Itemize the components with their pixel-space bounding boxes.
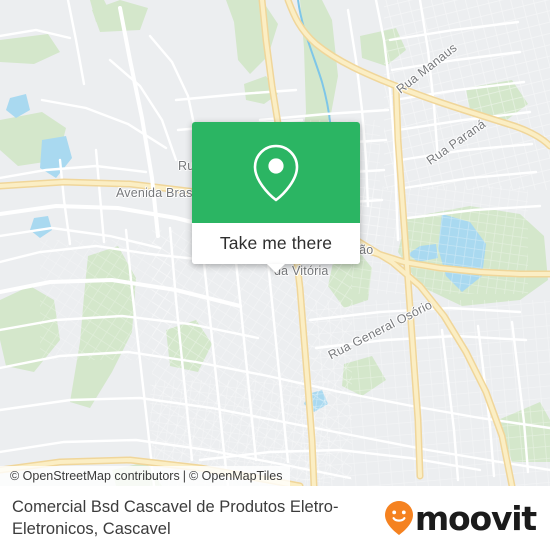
moovit-smiley-pin-icon: [384, 501, 413, 535]
popup-tail-arrow: [267, 264, 285, 273]
location-popup-card[interactable]: Take me there: [192, 122, 360, 273]
location-pin-icon: [253, 144, 299, 201]
popup-action-bar[interactable]: Take me there: [192, 223, 360, 264]
map-canvas[interactable]: Rua Manaus Rua Paraná Rua General Osório…: [0, 0, 550, 486]
attribution-openmaptiles[interactable]: © OpenMapTiles: [189, 469, 283, 483]
attribution-separator: |: [182, 469, 186, 483]
popup-header: [192, 122, 360, 223]
map-page: Rua Manaus Rua Paraná Rua General Osório…: [0, 0, 550, 550]
moovit-logo[interactable]: moovit: [384, 498, 537, 538]
map-attribution: © OpenStreetMap contributors | © OpenMap…: [0, 466, 291, 486]
moovit-wordmark: moovit: [414, 498, 537, 538]
take-me-there-label: Take me there: [219, 233, 333, 253]
attribution-osm[interactable]: © OpenStreetMap contributors: [10, 469, 180, 483]
place-title: Comercial Bsd Cascavel de Produtos Eletr…: [12, 498, 339, 538]
footer-bar: Comercial Bsd Cascavel de Produtos Eletr…: [0, 486, 550, 550]
